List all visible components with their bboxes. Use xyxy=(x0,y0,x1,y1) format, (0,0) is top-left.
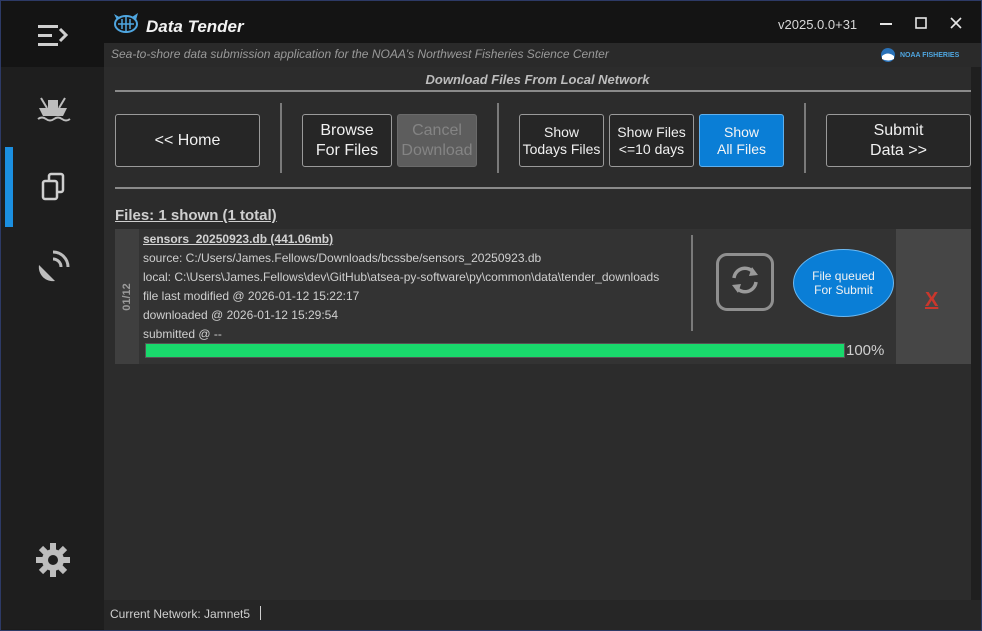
cancel-label-line2: Download xyxy=(401,141,473,159)
nav-item-satellite[interactable] xyxy=(1,227,104,307)
file-modified: file last modified @ 2026-01-12 15:22:17 xyxy=(143,289,360,303)
divider-top xyxy=(115,90,971,92)
app-title: Data Tender xyxy=(146,17,244,36)
file-source: source: C:/Users/James.Fellows/Downloads… xyxy=(143,251,542,265)
file-date-tab: 01/12 xyxy=(115,229,139,364)
delete-file-button[interactable]: X xyxy=(925,289,938,312)
menu-toggle-button[interactable] xyxy=(1,0,104,75)
nav-item-vessel[interactable] xyxy=(1,67,104,147)
download-progress-bar xyxy=(145,343,845,358)
browse-label-line1: Browse xyxy=(320,122,374,140)
minimize-button[interactable] xyxy=(874,13,898,37)
close-icon xyxy=(949,16,963,35)
progress-fill xyxy=(146,344,844,357)
file-submitted: submitted @ -- xyxy=(143,327,222,341)
scroll-gutter xyxy=(971,67,981,600)
show-files-10-days-button[interactable]: Show Files <=10 days xyxy=(609,114,694,167)
noaa-logo-text: NOAA FISHERIES xyxy=(900,51,960,59)
status-line2: For Submit xyxy=(814,283,873,297)
card-separator xyxy=(691,235,693,331)
title-bar: Data Tender v2025.0.0+31 xyxy=(104,1,981,43)
toolbar-separator xyxy=(497,103,499,173)
app-version: v2025.0.0+31 xyxy=(778,17,858,32)
today-label-line2: Todays Files xyxy=(522,140,601,157)
file-local-path: local: C:\Users\James.Fellows\dev\GitHub… xyxy=(143,270,660,284)
current-network: Current Network: Jamnet5 xyxy=(110,607,251,621)
status-line1: File queued xyxy=(812,268,875,283)
home-button[interactable]: << Home xyxy=(115,114,260,167)
home-button-label: << Home xyxy=(154,131,221,149)
browse-files-button[interactable]: Browse For Files xyxy=(302,114,392,167)
all-label-line2: All Files xyxy=(716,140,766,157)
maximize-icon xyxy=(914,16,928,35)
submit-data-button[interactable]: Submit Data >> xyxy=(826,114,971,167)
file-card: 01/12 sensors_20250923.db (441.06mb) sou… xyxy=(115,229,971,364)
file-status-button[interactable]: File queued For Submit xyxy=(793,249,894,317)
delete-column: X xyxy=(896,229,971,364)
noaa-seal-icon xyxy=(881,48,895,62)
maximize-button[interactable] xyxy=(909,13,933,37)
show-todays-files-button[interactable]: Show Todays Files xyxy=(519,114,604,167)
minimize-icon xyxy=(879,16,893,35)
ship-icon xyxy=(35,92,71,122)
cancel-label-line1: Cancel xyxy=(412,122,462,140)
app-subtitle: Sea-to-shore data submission application… xyxy=(111,47,609,61)
subtitle-bar: Sea-to-shore data submission application… xyxy=(104,43,981,67)
refresh-icon xyxy=(727,262,763,303)
submit-label-line2: Data >> xyxy=(870,141,927,159)
file-date-label: 01/12 xyxy=(121,283,133,311)
progress-percent: 100% xyxy=(846,342,885,359)
noaa-logo: NOAA FISHERIES xyxy=(880,47,959,63)
refresh-button[interactable] xyxy=(716,253,774,311)
main-panel: Download Files From Local Network << Hom… xyxy=(104,67,971,600)
file-downloaded: downloaded @ 2026-01-12 15:29:54 xyxy=(143,308,338,322)
nav-item-settings[interactable] xyxy=(1,520,104,600)
ten-days-label-line1: Show Files xyxy=(617,123,686,140)
show-all-files-button[interactable]: Show All Files xyxy=(699,114,784,167)
today-label-line1: Show xyxy=(543,123,580,140)
divider-bottom xyxy=(115,187,971,189)
close-button[interactable] xyxy=(944,13,968,37)
satellite-icon xyxy=(35,249,71,285)
toolbar-separator xyxy=(804,103,806,173)
nav-item-files[interactable] xyxy=(1,147,104,227)
section-title: Download Files From Local Network xyxy=(425,72,650,87)
hamburger-arrow-icon xyxy=(36,22,70,48)
status-separator xyxy=(260,606,261,620)
cancel-download-button[interactable]: Cancel Download xyxy=(397,114,477,167)
copy-files-icon xyxy=(40,172,66,202)
toolbar-separator xyxy=(280,103,282,173)
status-bar: Current Network: Jamnet5 xyxy=(104,600,981,630)
gear-icon xyxy=(35,542,71,578)
ten-days-label-line2: <=10 days xyxy=(618,140,685,157)
submit-label-line1: Submit xyxy=(873,122,924,140)
fish-logo-icon xyxy=(112,11,140,42)
files-count: Files: 1 shown (1 total) xyxy=(115,207,277,224)
file-name-link[interactable]: sensors_20250923.db (441.06mb) xyxy=(143,232,333,246)
browse-label-line2: For Files xyxy=(315,141,379,159)
side-navigation xyxy=(1,1,104,629)
all-label-line1: Show xyxy=(723,123,760,140)
